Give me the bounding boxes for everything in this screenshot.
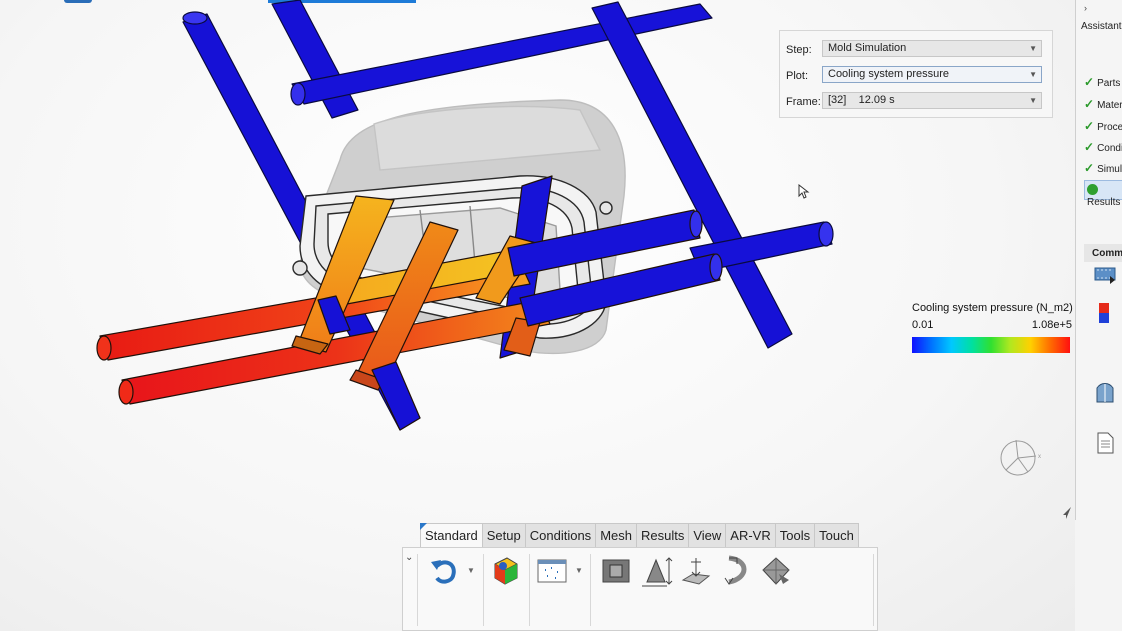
deform-icon	[724, 555, 747, 585]
section-plane-button[interactable]	[679, 554, 713, 588]
frame-label: Frame:	[786, 96, 821, 108]
resize-grip-icon[interactable]	[1062, 506, 1072, 520]
orientation-triad-icon[interactable]: x	[1000, 439, 1041, 476]
ribbon-separator	[483, 554, 484, 626]
commands-header: Commands	[1084, 244, 1122, 262]
mouse-cursor-icon	[798, 184, 810, 199]
report-icon[interactable]	[1093, 432, 1117, 454]
ribbon-tabs: Standard Setup Conditions Mesh Results V…	[420, 523, 859, 547]
svg-text:x: x	[1038, 454, 1041, 460]
deform-button[interactable]	[719, 554, 753, 588]
panel-collapse-button[interactable]: ›	[1084, 3, 1087, 13]
check-icon: ✓	[1084, 97, 1095, 111]
assistant-step-parts[interactable]: ✓ Parts	[1084, 75, 1120, 91]
part-button[interactable]	[599, 554, 633, 588]
ribbon-separator	[529, 554, 530, 626]
status-dot-icon	[1087, 184, 1098, 195]
view-cube-icon	[762, 557, 790, 585]
tab-conditions[interactable]: Conditions	[524, 523, 597, 547]
section-cut-icon[interactable]	[1093, 382, 1117, 404]
ribbon-toolbar: Standard Setup Conditions Mesh Results V…	[402, 523, 878, 631]
tab-tools[interactable]: Tools	[774, 523, 816, 547]
tab-ar-vr[interactable]: AR-VR	[725, 523, 776, 547]
tab-view[interactable]: View	[688, 523, 727, 547]
material-library-icon	[494, 557, 518, 585]
legend-min-value: 0.01	[912, 319, 934, 331]
part-icon	[602, 559, 630, 583]
plot-label: Plot:	[786, 70, 809, 82]
chevron-down-icon: ▼	[1029, 96, 1037, 105]
check-icon: ✓	[1084, 75, 1095, 89]
assistant-title: Assistant	[1081, 21, 1122, 32]
measure-icon	[642, 557, 673, 587]
frame-row: Frame: [32] 12.09 s ▼	[786, 92, 1042, 110]
ribbon-separator	[590, 554, 591, 626]
check-icon: ✓	[1084, 140, 1095, 154]
chevron-down-icon: ▼	[1029, 44, 1037, 53]
ribbon-body: ⌄ ▼ ▼	[402, 547, 878, 631]
undo-icon	[431, 560, 456, 584]
plot-row: Plot: Cooling system pressure ▼	[786, 66, 1042, 84]
view-cube-button[interactable]	[759, 554, 793, 588]
assistant-step-materials[interactable]: ✓Materials	[1084, 97, 1122, 113]
measure-button[interactable]	[639, 554, 673, 588]
mesh-display-dropdown-icon[interactable]: ▼	[575, 566, 583, 575]
plot-selector-panel: Step: Mold Simulation ▼ Plot: Cooling sy…	[779, 30, 1053, 118]
ribbon-separator	[417, 554, 418, 626]
animation-icon[interactable]	[1093, 264, 1117, 286]
assistant-step-conditions[interactable]: ✓Conditions	[1084, 140, 1122, 156]
check-icon: ✓	[1084, 161, 1095, 175]
chevron-down-icon: ▼	[1029, 70, 1037, 79]
step-row: Step: Mold Simulation ▼	[786, 40, 1042, 58]
tab-results[interactable]: Results	[635, 523, 690, 547]
check-icon: ✓	[1084, 119, 1095, 133]
tab-setup[interactable]: Setup	[481, 523, 526, 547]
legend-max-value: 1.08e+5	[1031, 319, 1072, 331]
step-label: Step:	[786, 44, 812, 56]
undo-dropdown-icon[interactable]: ▼	[467, 566, 475, 575]
tab-standard[interactable]: Standard	[420, 523, 483, 547]
mesh-display-button[interactable]	[535, 554, 569, 588]
assistant-step-simulation[interactable]: ✓Simulation	[1084, 161, 1122, 177]
tab-mesh[interactable]: Mesh	[595, 523, 637, 547]
legend-title: Cooling system pressure (N_m2)	[912, 302, 1073, 314]
legend-color-bar	[912, 337, 1070, 353]
assistant-step-process[interactable]: ✓Process	[1084, 119, 1122, 135]
tab-touch[interactable]: Touch	[814, 523, 859, 547]
ribbon-separator	[873, 554, 874, 626]
frame-dropdown[interactable]: [32] 12.09 s ▼	[822, 92, 1042, 109]
color-legend: Cooling system pressure (N_m2) 0.01 1.08…	[912, 302, 1073, 353]
material-library-button[interactable]	[489, 554, 523, 588]
undo-button[interactable]	[427, 554, 461, 588]
color-bar-icon[interactable]	[1093, 302, 1117, 324]
plot-dropdown[interactable]: Cooling system pressure ▼	[822, 66, 1042, 83]
ribbon-collapse-button[interactable]: ⌄	[405, 552, 413, 563]
assistant-panel: › Assistant ✓Parts ✓Materials ✓Process ✓…	[1075, 0, 1122, 520]
section-plane-icon	[681, 558, 711, 585]
assistant-step-results[interactable]: Results	[1084, 180, 1122, 208]
mesh-display-icon	[537, 559, 567, 583]
step-dropdown[interactable]: Mold Simulation ▼	[822, 40, 1042, 57]
